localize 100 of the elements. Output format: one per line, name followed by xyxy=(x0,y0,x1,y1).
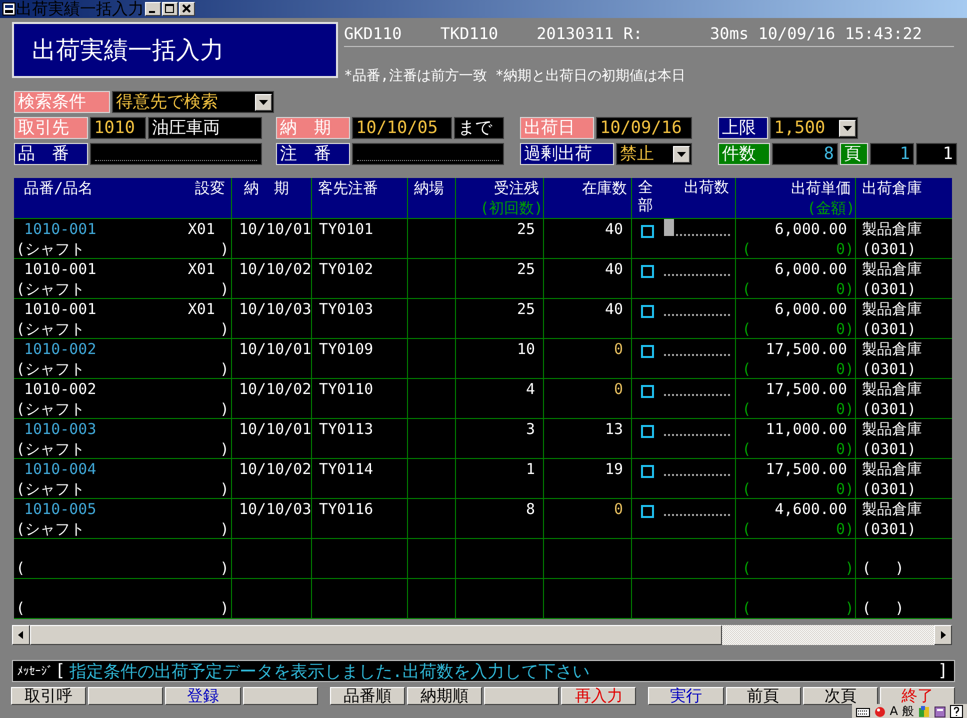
maximize-icon[interactable] xyxy=(162,2,178,16)
table-cell: ) xyxy=(220,439,229,458)
field-label: 件数 xyxy=(718,143,770,165)
table-cell: (0301) xyxy=(862,399,916,418)
table-cell: 製品倉庫 xyxy=(862,379,922,399)
table-cell: ( xyxy=(742,558,752,578)
scrollbar-thumb[interactable] xyxy=(30,625,722,645)
checkbox[interactable] xyxy=(641,225,654,238)
column-header: 在庫数 xyxy=(582,178,627,198)
table-cell: 10/10/02 xyxy=(239,459,311,479)
scroll-left-icon[interactable] xyxy=(12,625,30,645)
input-mode[interactable]: A xyxy=(890,704,898,718)
dropdown-arrow-icon[interactable] xyxy=(255,94,272,110)
table-cell: 0) xyxy=(836,359,854,378)
field-value: 10/09/16 xyxy=(596,117,692,139)
table-cell: 17,500.00 xyxy=(766,379,847,399)
dictionary-mode[interactable]: 般 xyxy=(902,704,914,718)
checkbox[interactable] xyxy=(641,345,654,358)
checkbox[interactable] xyxy=(641,465,654,478)
field-value: 油圧車両 xyxy=(148,117,262,139)
table-cell: TY0114 xyxy=(319,459,374,479)
table-cell: TY0101 xyxy=(319,219,374,239)
table-cell: (シャフト xyxy=(16,279,86,298)
checkbox[interactable] xyxy=(641,305,654,318)
function-key[interactable]: 次頁 xyxy=(802,687,878,705)
table-cell: ( xyxy=(742,399,752,418)
column-header: 納 期 xyxy=(244,178,289,198)
help-icon[interactable] xyxy=(950,704,963,718)
table-cell: ) xyxy=(220,479,229,498)
table-cell: ) xyxy=(220,239,229,258)
input-field[interactable] xyxy=(352,143,504,165)
table-cell: (0301) xyxy=(862,479,916,498)
table-cell: 6,000.00 xyxy=(774,259,847,279)
checkbox[interactable] xyxy=(641,265,654,278)
table-cell: ( xyxy=(742,598,752,618)
field-label: 品 番 xyxy=(14,143,88,165)
tools-icon[interactable] xyxy=(918,704,930,718)
field-value: 8 xyxy=(772,143,838,165)
function-key[interactable] xyxy=(484,687,560,705)
function-key[interactable]: 品番順 xyxy=(330,687,405,705)
table-cell: 25 xyxy=(516,259,535,279)
message-text: 指定条件の出荷予定データを表示しました.出荷数を入力して下さい xyxy=(69,660,590,682)
table-cell: 17,500.00 xyxy=(766,459,847,479)
checkbox[interactable] xyxy=(641,385,654,398)
table-cell: 0) xyxy=(836,439,854,458)
column-subheader: (金額) xyxy=(806,198,855,218)
function-key[interactable] xyxy=(242,687,318,705)
dropdown-arrow-icon[interactable] xyxy=(673,146,690,162)
table-cell: ) xyxy=(844,558,854,578)
table-cell: (シャフト xyxy=(16,399,86,418)
column-header: 受注残 xyxy=(494,178,539,198)
dropdown[interactable]: 得意先で検索 xyxy=(112,91,274,113)
checkbox[interactable] xyxy=(641,505,654,518)
field-label: 納 期 xyxy=(276,117,350,139)
dropdown-arrow-icon[interactable] xyxy=(839,120,856,136)
table-cell: 製品倉庫 xyxy=(862,419,922,439)
part-number: 1010-002 xyxy=(24,339,96,359)
table-cell: 製品倉庫 xyxy=(862,299,922,319)
book-icon[interactable] xyxy=(934,704,946,718)
table-cell: ) xyxy=(220,558,229,578)
function-key[interactable]: 納期順 xyxy=(406,687,482,705)
dropdown[interactable]: 禁止 xyxy=(616,143,692,165)
function-key[interactable]: 実行 xyxy=(648,687,724,705)
table-cell: ) xyxy=(220,399,229,418)
close-icon[interactable] xyxy=(179,2,195,16)
table-cell: 製品倉庫 xyxy=(862,499,922,519)
table-cell: ( xyxy=(16,558,26,578)
table-cell: (0301) xyxy=(862,519,916,538)
input-field[interactable] xyxy=(90,143,262,165)
app-icon xyxy=(2,2,16,16)
table-cell: 10/10/01 xyxy=(239,219,311,239)
table-cell: 25 xyxy=(516,299,535,319)
table-cell: 製品倉庫 xyxy=(862,339,922,359)
table-cell: 0) xyxy=(836,479,854,498)
ball-icon[interactable] xyxy=(874,704,886,718)
part-number: 1010-001 xyxy=(24,219,96,239)
hint-text: *品番,注番は前方一致 *納期と出荷日の初期値は本日 xyxy=(344,67,687,85)
table-cell: (0301) xyxy=(862,279,916,298)
table-cell: TY0102 xyxy=(319,259,374,279)
function-key[interactable]: 取引呼 xyxy=(11,687,86,705)
column-header: 出荷倉庫 xyxy=(862,178,922,198)
bracket-text: [ xyxy=(55,661,66,681)
function-key[interactable]: 前頁 xyxy=(726,687,801,705)
table-cell: 17,500.00 xyxy=(766,339,847,359)
scroll-right-icon[interactable] xyxy=(934,625,952,645)
bracket-text: ] xyxy=(938,661,948,681)
table-cell: 13 xyxy=(604,419,623,439)
table-cell: 10/10/03 xyxy=(239,299,311,319)
table-cell: ) xyxy=(220,319,229,338)
dropdown[interactable]: 1,500 xyxy=(770,117,858,139)
function-key[interactable] xyxy=(88,687,164,705)
minimize-icon[interactable] xyxy=(145,2,161,16)
function-key[interactable]: 登録 xyxy=(165,687,241,705)
checkbox[interactable] xyxy=(641,425,654,438)
part-number: 1010-004 xyxy=(24,459,96,479)
table-cell: 3 xyxy=(526,419,535,439)
column-header: 設変 xyxy=(195,178,225,198)
qty-field[interactable] xyxy=(664,221,730,236)
column-header: 出荷単価 xyxy=(791,178,851,198)
table-cell: 40 xyxy=(604,259,623,279)
